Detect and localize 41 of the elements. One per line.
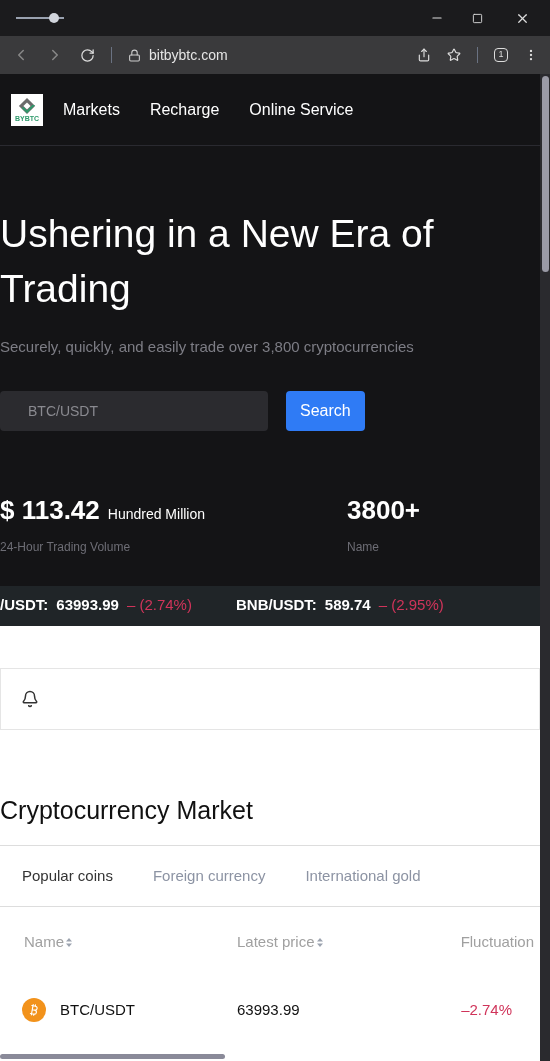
hero-subtitle: Securely, quickly, and easily trade over 3,800 cryptocurrencies xyxy=(0,337,415,357)
bell-icon[interactable] xyxy=(21,689,39,708)
column-header[interactable]: Fluctuation xyxy=(460,930,534,954)
ticker-change: – (2.95%) xyxy=(378,595,444,616)
share-icon[interactable] xyxy=(417,48,431,62)
logo-icon xyxy=(18,97,36,115)
market-tab[interactable]: Popular coins xyxy=(22,864,113,888)
change-cell-text: –2.74% xyxy=(460,999,513,1020)
zoom-slider[interactable] xyxy=(16,13,64,23)
nav-link[interactable]: Markets xyxy=(63,97,120,122)
market-tab[interactable]: International gold xyxy=(305,864,421,888)
reload-icon[interactable] xyxy=(80,47,95,63)
maximize-icon[interactable] xyxy=(472,12,483,24)
stat-label: Name xyxy=(347,538,380,556)
market-tab[interactable]: Foreign currency xyxy=(152,864,266,888)
ticker-price: 589.74 xyxy=(324,595,371,616)
horizontal-scrollbar[interactable] xyxy=(0,1054,225,1059)
tab-count[interactable]: 1 xyxy=(494,48,508,62)
section-title: Cryptocurrency Market xyxy=(0,794,254,826)
column-header[interactable]: Latest price xyxy=(237,930,315,954)
ticker-change: – (2.74%) xyxy=(126,595,192,616)
ticker-pair: BNB/USDT: xyxy=(235,595,317,616)
column-header[interactable]: Name xyxy=(24,930,64,954)
favorite-icon[interactable] xyxy=(447,48,461,62)
stat-value: $ 113.42 xyxy=(0,493,100,527)
hero-title: Ushering in a New Era of Trading xyxy=(0,211,435,312)
url-text[interactable]: bitbybtc.com xyxy=(149,44,401,66)
ticker-pair: /USDT: xyxy=(0,595,49,616)
stat-label: 24-Hour Trading Volume xyxy=(0,538,132,556)
search-field[interactable]: BTC/USDT xyxy=(0,390,268,431)
price-cell-text: 63993.99 xyxy=(237,999,301,1020)
nav-link[interactable]: Recharge xyxy=(149,97,220,122)
ticker-price: 63993.99 xyxy=(56,595,119,616)
stat-value: 3800+ xyxy=(347,493,421,527)
vertical-scrollbar[interactable] xyxy=(540,74,550,1061)
search-button[interactable]: Search xyxy=(286,390,365,431)
stat-unit: Hundred Million xyxy=(107,504,206,524)
pair-cell-text: BTC/USDT xyxy=(60,999,135,1020)
nav-link[interactable]: Online Service xyxy=(249,97,354,122)
bitcoin-icon xyxy=(22,998,46,1022)
lock-icon xyxy=(128,48,141,62)
